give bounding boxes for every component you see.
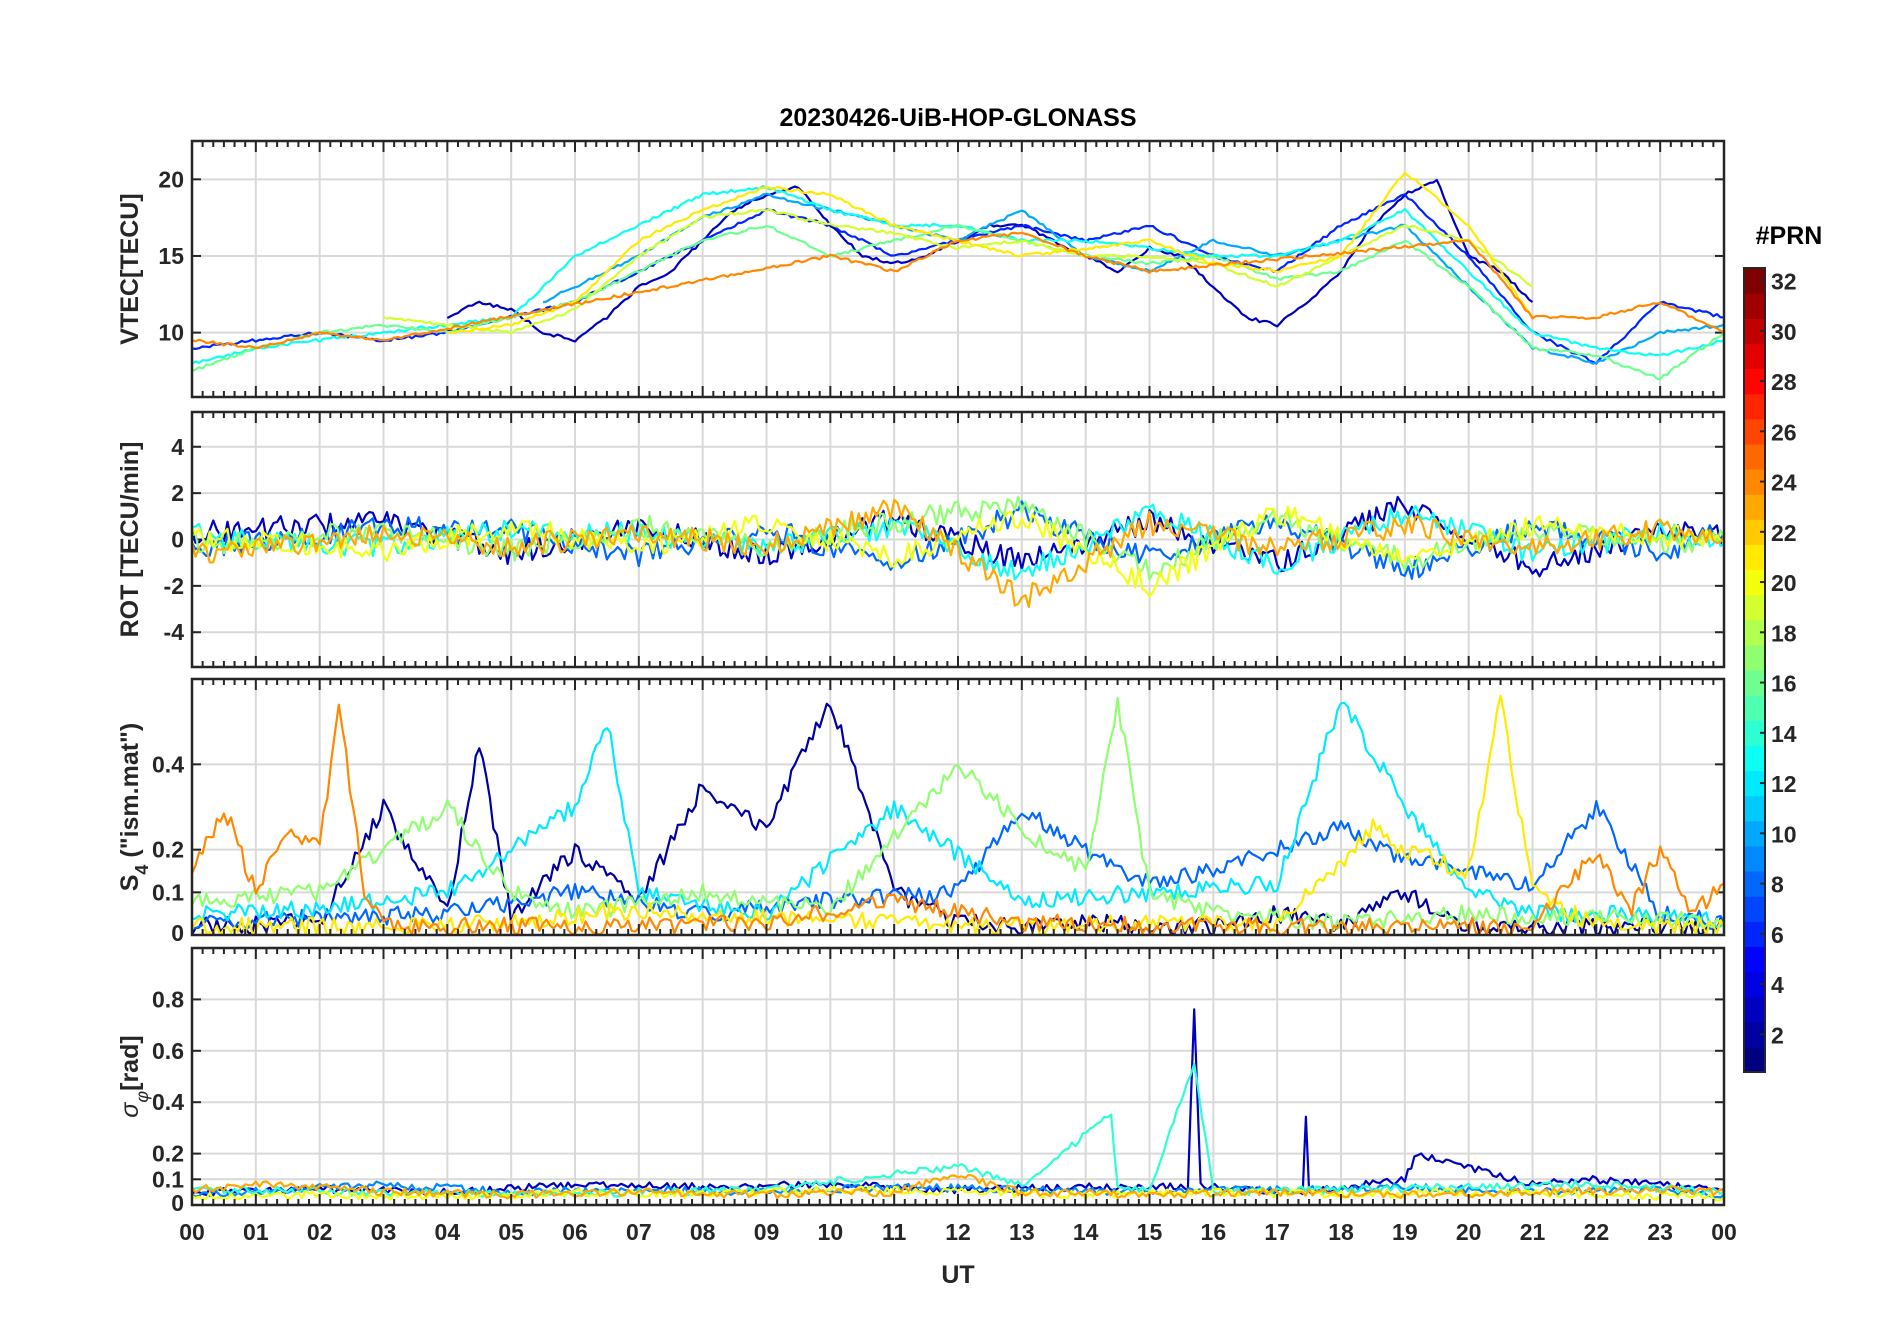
- y-tick-label: -4: [164, 619, 185, 645]
- colorbar-step: [1744, 594, 1765, 621]
- x-tick-label: 01: [243, 1219, 269, 1245]
- colorbar-step: [1744, 494, 1765, 520]
- colorbar-tick-label: 4: [1771, 972, 1784, 998]
- x-tick-label: 21: [1520, 1219, 1546, 1245]
- figure: 20230426-UiB-HOP-GLONASS 101520VTEC[TECU…: [0, 0, 1902, 1330]
- x-tick-label: 16: [1201, 1219, 1227, 1245]
- panels-layer: 101520VTEC[TECU]-4-2024ROT [TECU/min]00.…: [116, 139, 1726, 1216]
- colorbar-step: [1744, 896, 1765, 922]
- x-tick-label: 08: [690, 1219, 716, 1245]
- colorbar-step: [1744, 443, 1765, 470]
- colorbar-step: [1744, 695, 1765, 721]
- x-tick-label: 00: [1711, 1219, 1737, 1245]
- y-tick-label: 4: [171, 434, 184, 460]
- y-tick-label: 0.2: [152, 837, 184, 863]
- panel-sigma_phi: 00.10.20.40.60.8σφ[rad]: [116, 946, 1726, 1216]
- x-tick-label: 15: [1137, 1219, 1163, 1245]
- colorbar-step: [1744, 293, 1765, 319]
- colorbar-title: #PRN: [1756, 222, 1823, 250]
- x-tick-label: 07: [626, 1219, 652, 1245]
- colorbar-tick-label: 6: [1771, 922, 1784, 948]
- x-tick-label: 04: [435, 1219, 461, 1245]
- x-tick-label: 22: [1584, 1219, 1610, 1245]
- colorbar-tick-label: 16: [1771, 671, 1797, 697]
- x-tick-label: 17: [1264, 1219, 1290, 1245]
- y-tick-label: 0.2: [152, 1141, 184, 1167]
- y-tick-label: 20: [158, 166, 184, 192]
- x-tick-label: 12: [945, 1219, 971, 1245]
- x-tick-label: 19: [1392, 1219, 1418, 1245]
- x-tick-label: 06: [562, 1219, 588, 1245]
- y-axis-label: ROT [TECU/min]: [116, 442, 144, 638]
- colorbar-step: [1744, 393, 1765, 420]
- colorbar-tick-label: 12: [1771, 771, 1797, 797]
- x-axis-label: UT: [941, 1261, 974, 1289]
- colorbar-tick-label: 20: [1771, 570, 1797, 596]
- x-tick-label: 20: [1456, 1219, 1482, 1245]
- x-tick-label: 13: [1009, 1219, 1035, 1245]
- x-tick-label: 10: [818, 1219, 844, 1245]
- y-tick-label: 0.6: [152, 1038, 184, 1064]
- x-tick-label: 09: [754, 1219, 780, 1245]
- colorbar-tick-label: 32: [1771, 269, 1797, 295]
- panel-vtec: 10 15 20 VTEC[TECU]: [116, 139, 1726, 399]
- panel-s4: 00.10.20.4S4 ("ism.mat"): [116, 677, 1726, 946]
- colorbar-tick-label: 28: [1771, 369, 1797, 395]
- colorbar-step: [1744, 996, 1765, 1023]
- y-tick-label: 0: [171, 920, 184, 946]
- colorbar-step: [1744, 946, 1765, 973]
- x-tick-label: 05: [498, 1219, 524, 1245]
- x-tick-label: 00: [179, 1219, 205, 1245]
- x-tick-label: 23: [1647, 1219, 1673, 1245]
- y-tick-label: 0.1: [152, 1166, 184, 1192]
- colorbar-step: [1744, 343, 1765, 370]
- colorbar-tick-label: 2: [1771, 1022, 1784, 1048]
- y-tick-label: 0: [171, 1190, 184, 1216]
- colorbar-step: [1744, 845, 1765, 872]
- chart-title: 20230426-UiB-HOP-GLONASS: [779, 104, 1136, 132]
- y-tick-label: 0: [171, 527, 184, 553]
- x-tick-label: 11: [882, 1219, 907, 1245]
- colorbar-tick-label: 18: [1771, 620, 1797, 646]
- colorbar-step: [1744, 1046, 1765, 1073]
- colorbar-tick-label: 10: [1771, 821, 1797, 847]
- y-tick-label: -2: [164, 573, 184, 599]
- colorbar-step: [1744, 644, 1765, 671]
- y-tick-label: 10: [158, 320, 184, 346]
- y-tick-label: 0.4: [152, 1089, 184, 1115]
- colorbar-tick-label: 14: [1771, 721, 1797, 747]
- y-tick-label: 0.1: [152, 879, 184, 905]
- x-tick-label: 14: [1073, 1219, 1099, 1245]
- x-tick-label: 03: [371, 1219, 397, 1245]
- y-axis-label: VTEC[TECU]: [116, 193, 144, 344]
- y-tick-label: 0.4: [152, 751, 184, 777]
- y-tick-label: 2: [171, 480, 184, 506]
- colorbar-tick-label: 24: [1771, 470, 1797, 496]
- y-tick-label: 15: [158, 243, 184, 269]
- colorbar-tick-label: 8: [1771, 872, 1784, 898]
- colorbar-tick-label: 26: [1771, 419, 1797, 445]
- x-tick-label: 02: [307, 1219, 333, 1245]
- colorbar-tick-label: 22: [1771, 520, 1797, 546]
- x-tick-label: 18: [1328, 1219, 1354, 1245]
- colorbar-tick-label: 30: [1771, 319, 1797, 345]
- colorbar-step: [1744, 544, 1765, 571]
- y-tick-label: 0.8: [152, 986, 184, 1012]
- panel-rot: -4 -2 0 2 4 ROT [TECU/min]: [116, 410, 1726, 669]
- colorbar-step: [1744, 745, 1765, 772]
- colorbar-step: [1744, 795, 1765, 822]
